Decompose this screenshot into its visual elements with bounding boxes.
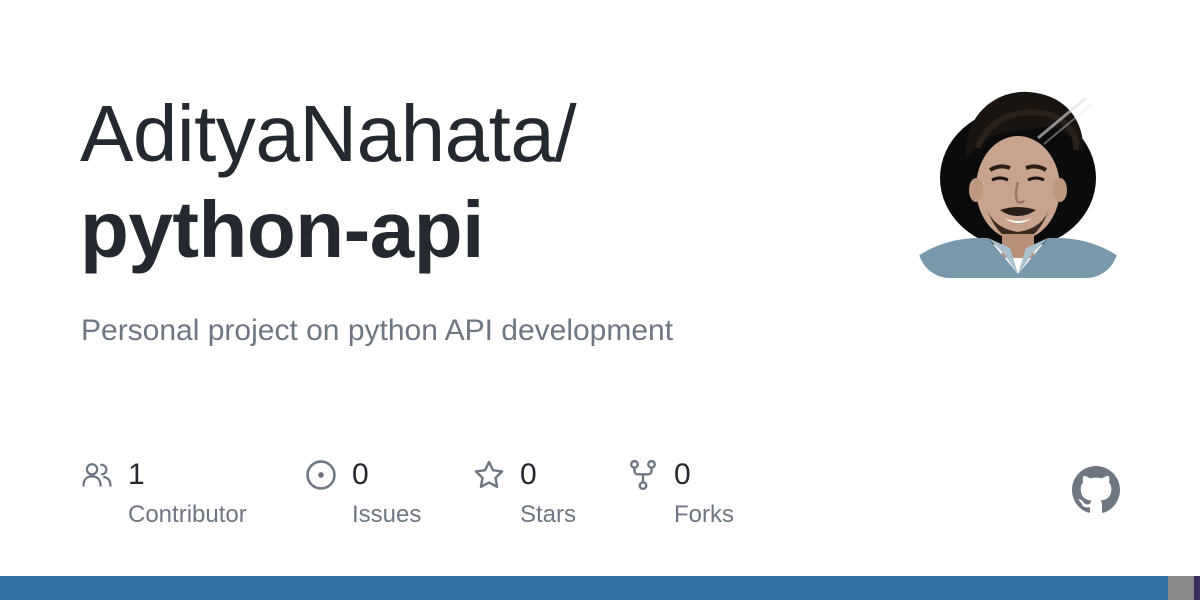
avatar bbox=[918, 78, 1118, 278]
stat-issues[interactable]: 0 Issues bbox=[304, 452, 444, 536]
contributors-label: Contributor bbox=[128, 501, 247, 528]
language-bar-segment bbox=[1193, 576, 1200, 600]
stars-label: Stars bbox=[520, 501, 577, 528]
repo-description: Personal project on python API developme… bbox=[81, 314, 674, 347]
language-bar bbox=[0, 576, 1200, 600]
issue-circle-icon bbox=[306, 460, 336, 490]
forks-count: 0 bbox=[674, 458, 691, 491]
repo-forked-icon bbox=[630, 459, 656, 491]
people-icon bbox=[82, 463, 112, 487]
stars-count: 0 bbox=[520, 458, 537, 491]
avatar-photo bbox=[918, 91, 1118, 278]
forks-label: Forks bbox=[674, 501, 734, 528]
repo-name: python-api bbox=[80, 185, 484, 274]
stat-forks[interactable]: 0 Forks bbox=[626, 452, 756, 536]
repo-owner: AdityaNahata/ bbox=[80, 89, 577, 178]
issues-count: 0 bbox=[352, 458, 369, 491]
stat-contributors[interactable]: 1 Contributor bbox=[80, 452, 270, 536]
star-icon bbox=[474, 460, 504, 488]
github-mark-icon[interactable] bbox=[1072, 466, 1120, 514]
issues-label: Issues bbox=[352, 501, 422, 528]
stat-stars[interactable]: 0 Stars bbox=[472, 452, 602, 536]
language-bar-segment bbox=[1167, 576, 1194, 600]
language-bar-segment bbox=[0, 576, 1168, 600]
contributors-count: 1 bbox=[128, 458, 145, 491]
